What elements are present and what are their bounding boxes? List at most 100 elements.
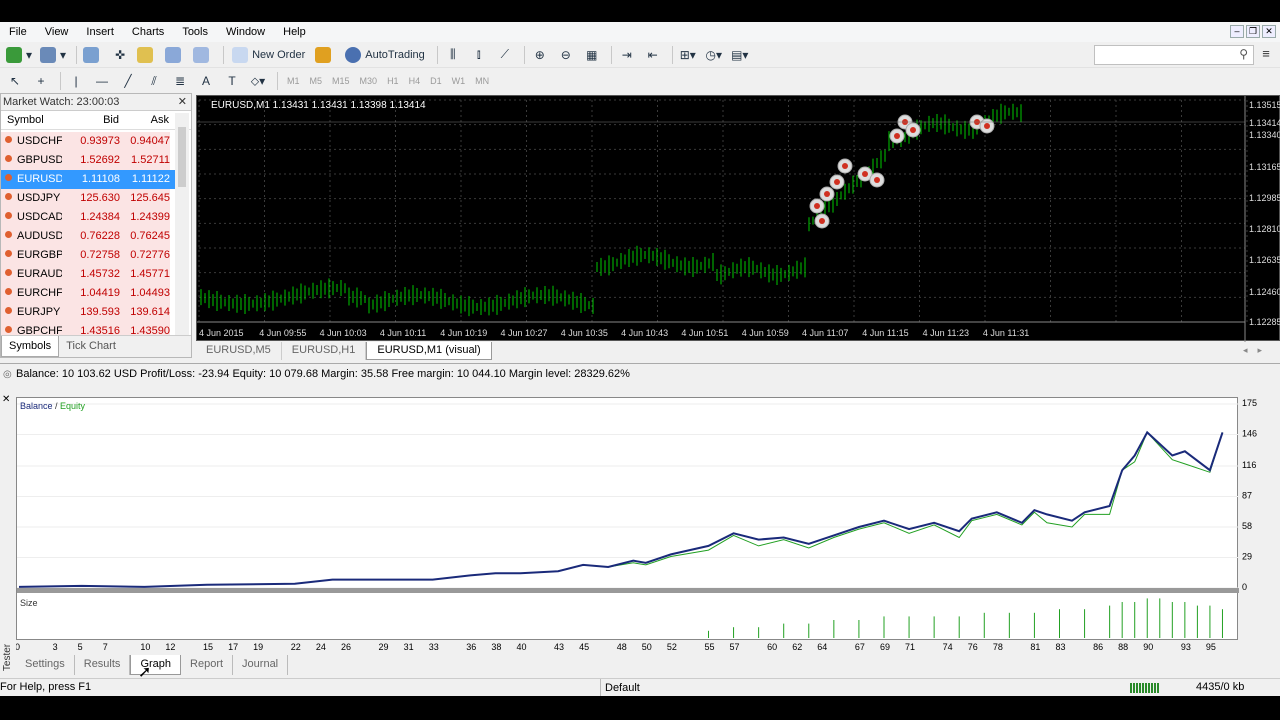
tester-tabs: Settings Results Graph Report Journal: [16, 655, 289, 675]
timeframe-m5[interactable]: M5: [310, 76, 323, 86]
status-profile[interactable]: Default: [600, 679, 640, 697]
symbol-name: AUDUSD: [17, 230, 64, 242]
column-bid[interactable]: Bid: [81, 111, 119, 129]
tab-settings[interactable]: Settings: [16, 655, 75, 675]
menu-file[interactable]: File: [0, 22, 36, 42]
market-watch-scrollbar[interactable]: [175, 113, 189, 335]
chart-tab-eurusd-m1-visual[interactable]: EURUSD,M1 (visual): [366, 342, 492, 360]
navigator-icon[interactable]: [135, 44, 159, 66]
crosshair-icon[interactable]: +: [30, 70, 52, 92]
bar-chart-icon[interactable]: ⫼: [442, 44, 464, 66]
minimize-icon[interactable]: –: [1230, 25, 1244, 38]
search-input[interactable]: [1094, 45, 1254, 65]
market-watch-row[interactable]: EURAUD 1.45732 1.45771: [1, 265, 175, 284]
graph-x-tick: 88: [1118, 642, 1128, 652]
restore-icon[interactable]: ❐: [1246, 25, 1260, 38]
timeframe-d1[interactable]: D1: [430, 76, 442, 86]
balance-equity-graph[interactable]: Balance / Equity Size: [16, 397, 1239, 640]
close-icon[interactable]: ✕: [2, 394, 10, 405]
column-ask[interactable]: Ask: [119, 111, 169, 129]
strategy-tester-icon[interactable]: [191, 44, 215, 66]
tab-results[interactable]: Results: [75, 655, 131, 675]
metaeditor-icon[interactable]: [313, 44, 337, 66]
timeframe-w1[interactable]: W1: [452, 76, 466, 86]
menu-tools[interactable]: Tools: [173, 22, 217, 42]
market-watch-row[interactable]: USDCHF 0.93973 0.94047: [1, 132, 175, 151]
templates-icon[interactable]: ▤▾: [729, 44, 751, 66]
new-chart-icon[interactable]: ▾: [4, 44, 34, 66]
terminal-icon[interactable]: [163, 44, 187, 66]
market-watch-row[interactable]: USDJPY 125.630 125.645: [1, 189, 175, 208]
menu-insert[interactable]: Insert: [77, 22, 123, 42]
market-watch-row[interactable]: EURCHF 1.04419 1.04493: [1, 284, 175, 303]
market-watch-row[interactable]: EURUSD 1.11108 1.11122: [1, 170, 175, 189]
symbol-name: EURUSD: [17, 173, 64, 185]
graph-x-tick: 74: [943, 642, 953, 652]
graph-x-axis: 0 3 5 7 10 12 15 17 19 22 24 26 29 31 33 36 38 40 43 45 48 50…: [16, 642, 1216, 652]
timeframe-m15[interactable]: M15: [332, 76, 350, 86]
symbol-cell: AUDUSD: [1, 227, 64, 246]
timeframe-h1[interactable]: H1: [387, 76, 399, 86]
text-icon[interactable]: A: [195, 70, 217, 92]
text-label-icon[interactable]: T: [221, 70, 243, 92]
trendline-icon[interactable]: ╱: [117, 70, 139, 92]
market-watch-row[interactable]: EURGBP 0.72758 0.72776: [1, 246, 175, 265]
scrollbar-thumb[interactable]: [178, 127, 186, 187]
auto-scroll-icon[interactable]: ⇥: [616, 44, 638, 66]
close-icon[interactable]: ✕: [178, 94, 187, 111]
menu-toggle-icon[interactable]: ≡: [1258, 46, 1274, 62]
tile-windows-icon[interactable]: ▦: [581, 44, 603, 66]
chart-tab-eurusd-m5[interactable]: EURUSD,M5: [196, 342, 282, 360]
fibonacci-icon[interactable]: ≣: [169, 70, 191, 92]
graph-x-tick: 7: [103, 642, 108, 652]
market-watch-icon[interactable]: [81, 44, 105, 66]
graph-x-tick: 52: [667, 642, 677, 652]
timeframe-h4[interactable]: H4: [409, 76, 421, 86]
chart-price-label: 1.12460: [1249, 287, 1280, 297]
arrows-icon[interactable]: ⬦▾: [247, 70, 269, 92]
chart-tab-scroll-icon[interactable]: ◂▸: [1243, 342, 1272, 359]
candlestick-icon[interactable]: ⫾: [468, 44, 490, 66]
close-icon[interactable]: ✕: [1262, 25, 1276, 38]
market-watch-row[interactable]: USDCAD 1.24384 1.24399: [1, 208, 175, 227]
column-symbol[interactable]: Symbol: [1, 111, 81, 129]
menu-view[interactable]: View: [36, 22, 78, 42]
ask-cell: 0.76245: [120, 227, 170, 246]
menu-help[interactable]: Help: [274, 22, 315, 42]
bid-cell: 1.45732: [62, 265, 120, 284]
data-window-icon[interactable]: ✜: [109, 44, 131, 66]
zoom-out-icon[interactable]: ⊖: [555, 44, 577, 66]
price-chart[interactable]: 1.13515 1.13414 1.13340 1.13165 1.12985 1.128…: [196, 95, 1280, 342]
timeframe-m1[interactable]: M1: [287, 76, 300, 86]
vertical-line-icon[interactable]: |: [65, 70, 87, 92]
tab-report[interactable]: Report: [181, 655, 234, 675]
timeframe-m30[interactable]: M30: [360, 76, 378, 86]
horizontal-line-icon[interactable]: —: [91, 70, 113, 92]
profiles-icon[interactable]: ▾: [38, 44, 68, 66]
cursor-icon[interactable]: ↖: [4, 70, 26, 92]
menu-window[interactable]: Window: [217, 22, 274, 42]
tab-symbols[interactable]: Symbols: [1, 336, 60, 357]
toolbar-separator: [277, 72, 278, 90]
autotrading-button[interactable]: AutoTrading: [341, 44, 429, 66]
timeframe-mn[interactable]: MN: [475, 76, 489, 86]
tab-journal[interactable]: Journal: [233, 655, 289, 675]
symbol-name: EURCHF: [17, 287, 63, 299]
trade-marker: [910, 127, 916, 133]
chart-shift-icon[interactable]: ⇤: [642, 44, 664, 66]
line-chart-icon[interactable]: ⟋: [494, 44, 516, 66]
chart-tab-eurusd-h1[interactable]: EURUSD,H1: [282, 342, 367, 360]
periods-icon[interactable]: ◷▾: [703, 44, 725, 66]
toolbar-separator: [76, 45, 78, 64]
equidistant-channel-icon[interactable]: ⫽: [143, 70, 165, 92]
market-watch-row[interactable]: GBPUSD 1.52692 1.52711: [1, 151, 175, 170]
tab-tick-chart[interactable]: Tick Chart: [59, 336, 123, 357]
indicators-icon[interactable]: ⊞▾: [677, 44, 699, 66]
zoom-in-icon[interactable]: ⊕: [529, 44, 551, 66]
search-icon[interactable]: ⚲: [1239, 47, 1248, 61]
market-watch-row[interactable]: EURJPY 139.593 139.614: [1, 303, 175, 322]
new-order-button[interactable]: New Order: [228, 44, 309, 66]
symbol-status-icon: [5, 231, 12, 238]
market-watch-row[interactable]: AUDUSD 0.76228 0.76245: [1, 227, 175, 246]
menu-charts[interactable]: Charts: [123, 22, 173, 42]
